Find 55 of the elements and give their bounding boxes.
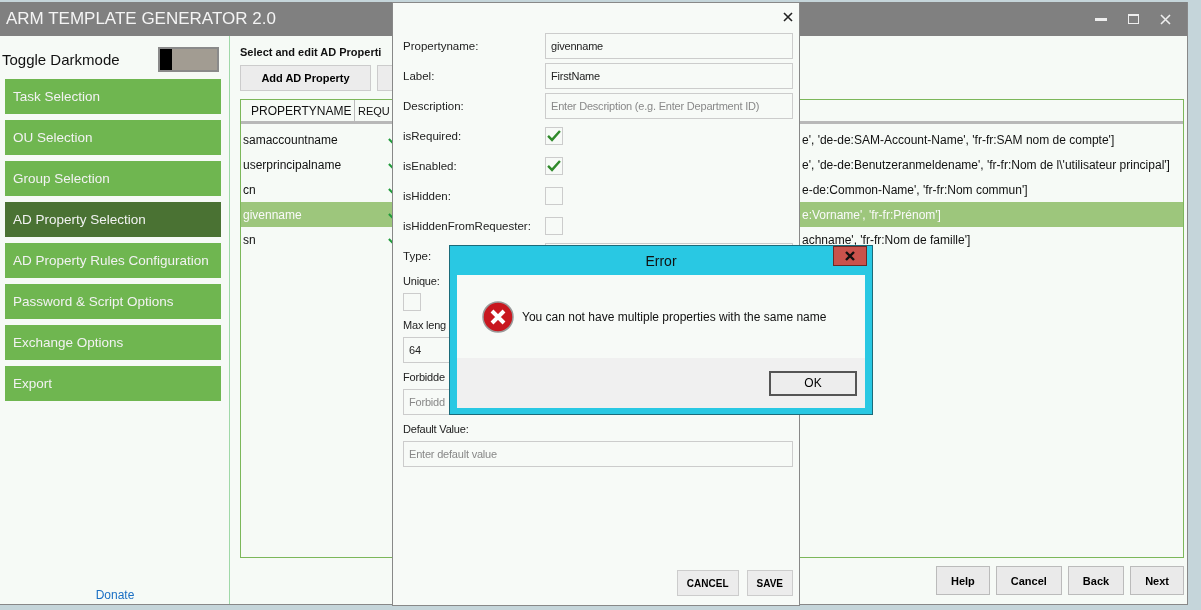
field-label: Max leng [403,318,447,333]
toggle-label: Toggle Darkmode [2,50,120,68]
field-label: Description: [403,100,464,112]
footer-button[interactable]: Next [1130,566,1184,595]
field-label: Forbidde [403,370,445,385]
table-cell-text: achname', 'fr-fr:Nom de famille'] [801,231,972,249]
close-button[interactable] [833,246,867,266]
add-button[interactable]: Add AD Property [240,65,371,91]
table-cell-text: e', 'de-de:SAM-Account-Name', 'fr-fr:SAM nom de compte'] [801,131,1116,149]
error-message: You can not have multiple properties with the same name [522,309,827,324]
column-header[interactable]: PROPERTYNAME [241,100,355,121]
section-heading: Select and edit AD Properti [240,46,382,60]
close-icon [1159,13,1171,25]
error-icon [482,300,514,333]
maximize-icon [1127,14,1139,24]
field-label: isHiddenFromRequester: [403,220,531,232]
input-field[interactable]: givenname [545,33,793,59]
column-header[interactable]: REQU [355,100,393,121]
field-label: Unique: [403,274,440,289]
field-label: Type: [403,250,432,262]
checkbox[interactable] [545,157,563,175]
table-cell-text: e-de:Common-Name', 'fr-fr:Nom commun'] [801,181,1029,199]
input-field[interactable]: FirstName [545,63,793,89]
minimize-icon [1095,17,1107,21]
checkbox[interactable] [545,187,563,205]
checkbox[interactable] [545,217,563,235]
nav-item[interactable]: AD Property Selection [5,202,221,237]
input-field[interactable]: Enter Description (e.g. Enter Department ID) [545,93,793,119]
donate-link[interactable]: Donate [95,588,135,602]
dialog-title: Error [645,252,677,269]
footer-button[interactable]: Back [1067,566,1125,595]
table-cell[interactable]: sn [241,227,386,252]
field-label: isRequired: [403,130,462,142]
close-icon [845,251,855,261]
checkbox[interactable] [545,127,563,145]
close-icon[interactable] [783,12,793,22]
table-cell-text: e', 'de-de:Benutzeranmeldename', 'fr-fr:Nom de l\'utilisateur principal'] [801,156,1171,174]
field-label: Label: [403,70,435,82]
footer-button[interactable]: Help [935,566,990,595]
input-field[interactable]: Enter default value [403,441,793,467]
dialog-button[interactable]: SAVE [746,570,793,596]
field-label: Propertyname: [403,40,479,52]
darkmode-toggle[interactable] [158,46,219,72]
table-cell[interactable]: userprincipalname [241,152,386,177]
ok-button[interactable]: OK [769,370,857,396]
table-cell: e:Vorname', 'fr-fr:Prénom'] [800,202,1183,227]
dialog-button[interactable]: CANCEL [676,570,739,596]
window-title: ARM TEMPLATE GENERATOR 2.0 [6,9,276,29]
field-label: isEnabled: [403,160,457,172]
field-label: isHidden: [403,190,451,202]
checkbox[interactable] [403,293,421,311]
table-cell[interactable]: samaccountname [241,127,386,152]
footer-button[interactable]: Cancel [995,566,1062,595]
field-label: Default Value: [403,422,469,437]
table-cell[interactable]: cn [241,177,386,202]
